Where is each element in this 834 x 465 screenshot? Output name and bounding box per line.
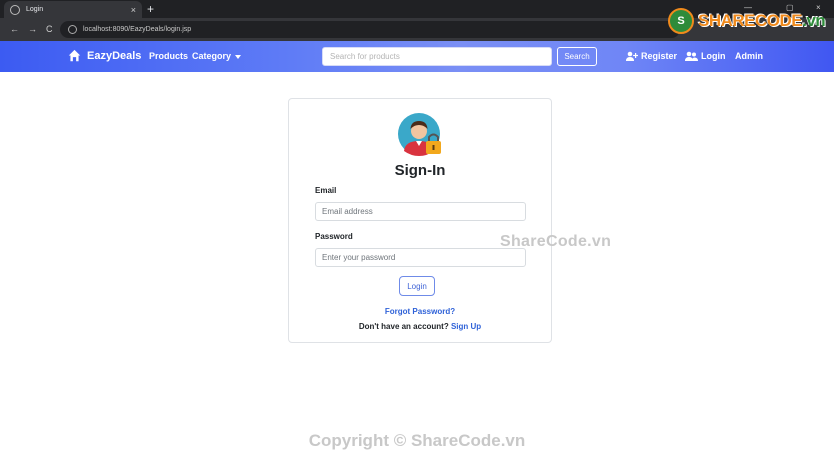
back-icon[interactable]: ←	[10, 24, 19, 34]
nav-category-label: Category	[192, 51, 232, 61]
signup-row: Don't have an account? Sign Up	[289, 322, 551, 331]
logo-vn-text: .vn	[802, 11, 826, 30]
user-lock-avatar-icon	[398, 113, 441, 156]
logo-main-text: SHARECODE	[698, 11, 803, 30]
home-icon	[68, 49, 81, 62]
no-account-text: Don't have an account?	[358, 322, 449, 331]
signup-link[interactable]: Sign Up	[451, 322, 481, 331]
user-plus-icon	[626, 51, 638, 61]
caret-down-icon	[235, 54, 242, 59]
globe-icon	[10, 4, 20, 15]
url-field[interactable]: localhost:8090/EazyDeals/login.jsp	[60, 21, 680, 38]
nav-login-label: Login	[701, 51, 726, 61]
nav-category-dropdown[interactable]: Category	[192, 51, 242, 61]
tab-title: Login	[26, 6, 44, 13]
brand-link[interactable]: EazyDeals	[68, 49, 141, 62]
browser-tab[interactable]: Login ×	[4, 1, 142, 18]
nav-admin[interactable]: Admin	[735, 51, 763, 61]
login-button[interactable]: Login	[399, 276, 435, 296]
watermark-text: ShareCode.vn	[500, 233, 612, 250]
email-field[interactable]	[315, 202, 526, 221]
forward-icon[interactable]: →	[28, 24, 37, 34]
search-button[interactable]: Search	[557, 47, 597, 66]
email-label: Email	[315, 186, 337, 195]
password-field[interactable]	[315, 248, 526, 267]
nav-register[interactable]: Register	[626, 51, 677, 61]
close-tab-icon[interactable]: ×	[131, 5, 136, 15]
site-info-icon[interactable]	[68, 25, 77, 34]
nav-register-label: Register	[641, 51, 678, 61]
copyright-watermark: Copyright © ShareCode.vn	[308, 431, 526, 450]
reload-icon[interactable]: C	[46, 24, 53, 34]
forgot-password-link[interactable]: Forgot Password?	[289, 307, 551, 316]
page-title: Sign-In	[394, 162, 446, 179]
url-text: localhost:8090/EazyDeals/login.jsp	[83, 26, 192, 33]
sharecode-logo: S SHARECODE.vn	[668, 6, 826, 36]
login-card: Sign-In Email Password Login Forgot Pass…	[288, 98, 552, 343]
search-input[interactable]	[322, 47, 552, 66]
brand-name: EazyDeals	[87, 49, 142, 62]
app-navbar: EazyDeals Products Category Search Regis…	[0, 41, 834, 72]
nav-login[interactable]: Login	[685, 51, 726, 61]
sharecode-logo-text: SHARECODE.vn	[698, 11, 826, 31]
nav-products[interactable]: Products	[149, 51, 188, 61]
sharecode-logo-mark: S	[668, 8, 694, 34]
new-tab-button[interactable]: +	[147, 2, 154, 16]
users-icon	[685, 51, 698, 61]
password-label: Password	[315, 232, 353, 241]
